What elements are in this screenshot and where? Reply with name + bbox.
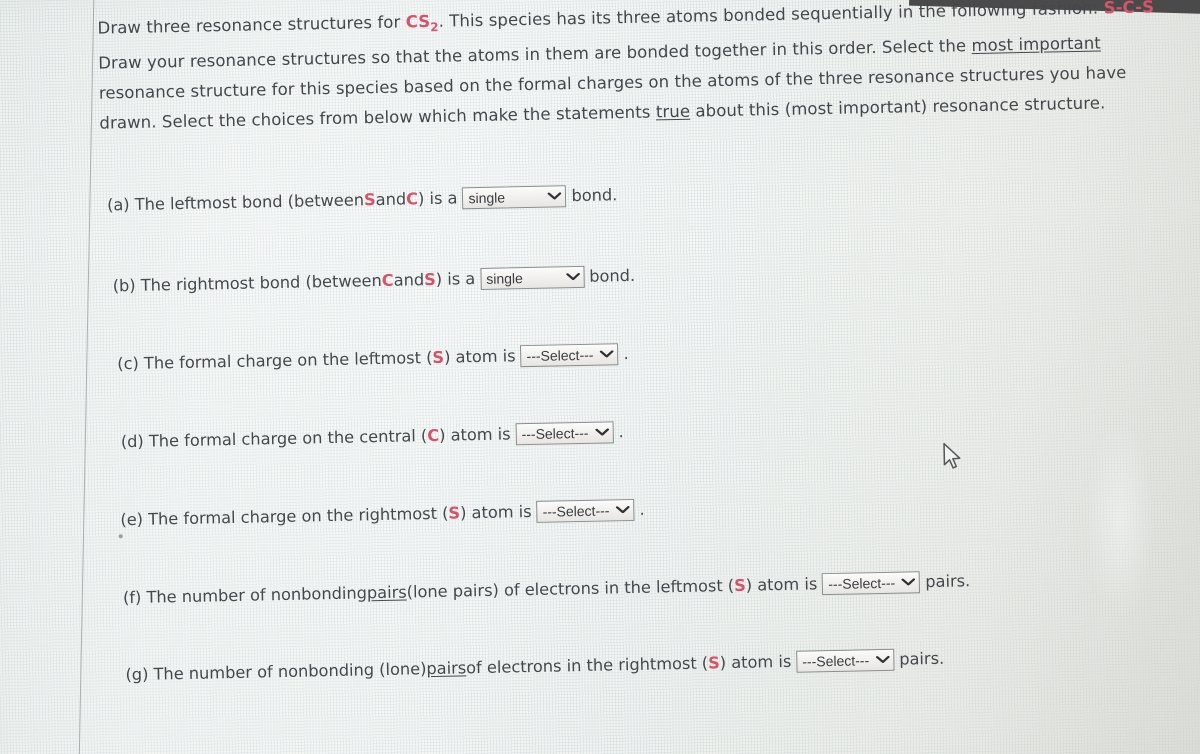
question-label-a: (a) [106, 195, 130, 215]
screen-photo-scene: Draw three resonance structures for CS2.… [0, 0, 1200, 754]
chevron-down-icon [875, 650, 890, 670]
question-text-d-3: . [618, 422, 624, 442]
question-text-e-1: The formal charge on the rightmost ( [147, 503, 449, 529]
question-text-e-3: . [639, 499, 645, 519]
atom-f-1: S [733, 575, 747, 595]
select-lone-pairs-leftmost-s[interactable]: ---Select--- [822, 571, 921, 596]
atom-c-1: S [432, 347, 445, 367]
atom-e-1: S [448, 503, 461, 523]
chevron-down-glyph [616, 506, 630, 514]
select-bond-type-a-value: single [468, 189, 506, 207]
select-bond-type-a[interactable]: single [462, 185, 567, 210]
atom-b-2: S [423, 269, 436, 290]
question-text-f-2: ) atom is [745, 574, 818, 595]
atom-b-1: C [381, 270, 394, 290]
question-label-f: (f) [122, 587, 142, 608]
chevron-down-icon [565, 267, 580, 287]
question-text-f-1: The number of nonbonding [146, 583, 368, 607]
question-text-d-1: The formal charge on the central ( [148, 426, 428, 451]
chevron-down-icon [548, 186, 562, 206]
atom-a-1: S [363, 190, 376, 210]
question-text-d-2: ) atom is [438, 424, 511, 445]
question-row-a: (a) The leftmost bond (between S and C )… [107, 182, 618, 218]
question-text-c-1: The formal charge on the leftmost ( [143, 347, 433, 373]
question-row-e: (e) The formal charge on the rightmost (… [120, 497, 645, 534]
select-formal-charge-rightmost-s-value: ---Select--- [542, 502, 610, 520]
chevron-down-glyph [901, 578, 916, 586]
emphasis-most-important: most important [971, 33, 1102, 56]
select-bond-type-b[interactable]: single [480, 265, 585, 290]
select-formal-charge-leftmost-s-value: ---Select--- [526, 346, 594, 365]
atom-a-2: C [405, 189, 419, 209]
bond-fashion-scs: S-C-S [1103, 0, 1155, 18]
chevron-down-glyph [565, 273, 580, 281]
mouse-pointer-icon [942, 442, 965, 472]
question-text-b-1: The rightmost bond (between [140, 270, 382, 295]
prompt-text-2: . This species has its three atoms bonde… [438, 0, 1104, 31]
select-lone-pairs-rightmost-s-value: ---Select--- [802, 652, 870, 670]
select-lone-pairs-rightmost-s[interactable]: ---Select--- [796, 648, 895, 673]
select-bond-type-b-value: single [486, 270, 524, 287]
chevron-down-glyph [595, 428, 609, 436]
question-row-b: (b) The rightmost bond (between C and S … [112, 263, 636, 299]
question-label-g: (g) [125, 664, 149, 685]
question-text-f-3: pairs. [925, 571, 971, 592]
question-row-g: (g) The number of nonbonding (lone) pair… [125, 646, 944, 688]
question-row-f: (f) The number of nonbonding pairs (lone… [123, 568, 971, 611]
formula-cs2-symbol: CS [405, 11, 431, 32]
question-text-b-3: bond. [589, 265, 636, 286]
chevron-down-glyph [600, 350, 614, 358]
question-text-c-3: . [623, 344, 629, 364]
question-text-g-1b: of electrons in the rightmost ( [465, 653, 709, 678]
chevron-down-icon [616, 500, 630, 520]
question-text-a-2: ) is a [417, 188, 458, 209]
chevron-down-icon [595, 422, 609, 442]
select-formal-charge-central-c-value: ---Select--- [521, 424, 589, 443]
select-formal-charge-rightmost-s[interactable]: ---Select--- [536, 498, 635, 523]
question-text-a-3: bond. [571, 185, 618, 206]
emphasis-true: true [655, 102, 691, 122]
chevron-down-icon [600, 344, 614, 364]
screen-dust-speck [118, 534, 123, 539]
question-text-b-mid: and [393, 270, 425, 290]
select-formal-charge-leftmost-s[interactable]: ---Select--- [520, 343, 619, 368]
question-page: Draw three resonance structures for CS2.… [0, 0, 1200, 754]
chevron-down-icon [901, 572, 916, 592]
question-text-f-1b: (lone pairs) of electrons in the leftmos… [406, 575, 735, 602]
select-formal-charge-central-c[interactable]: ---Select--- [515, 421, 614, 446]
emphasis-pairs-g: pairs [426, 658, 467, 679]
question-label-e: (e) [120, 509, 144, 530]
prompt-text-4: Draw your resonance structures so that t… [98, 36, 972, 73]
question-text-b-2: ) is a [435, 269, 476, 289]
chevron-down-glyph [875, 655, 890, 663]
question-label-b: (b) [112, 275, 136, 296]
question-text-g-1: The number of nonbonding (lone) [153, 659, 427, 684]
question-label-d: (d) [120, 431, 144, 452]
select-lone-pairs-leftmost-s-value: ---Select--- [828, 574, 896, 593]
question-text-a-1: The leftmost bond (between [134, 190, 365, 214]
question-prompt-paragraph: Draw three resonance structures for CS2.… [97, 0, 1179, 139]
mouse-pointer-glyph [943, 442, 961, 469]
question-text-a-mid: and [375, 189, 407, 210]
question-text-g-2: ) atom is [719, 651, 792, 673]
prompt-text-3: . [1153, 0, 1160, 17]
atom-g-1: S [707, 653, 721, 673]
question-row-d: (d) The formal charge on the central ( C… [121, 419, 624, 455]
question-label-c: (c) [117, 353, 139, 374]
prompt-text-1: Draw three resonance structures for [97, 12, 406, 38]
atom-d-1: C [427, 425, 440, 446]
formula-cs2: CS2 [405, 11, 439, 34]
chevron-down-glyph [548, 192, 562, 200]
question-text-g-3: pairs. [899, 648, 945, 669]
question-text-e-2: ) atom is [459, 501, 532, 523]
emphasis-pairs-f: pairs [366, 582, 407, 603]
prompt-text-6: about this (most important) resonance st… [689, 93, 1106, 122]
question-text-c-2: ) atom is [443, 346, 516, 367]
question-row-c: (c) The formal charge on the leftmost ( … [117, 341, 629, 377]
